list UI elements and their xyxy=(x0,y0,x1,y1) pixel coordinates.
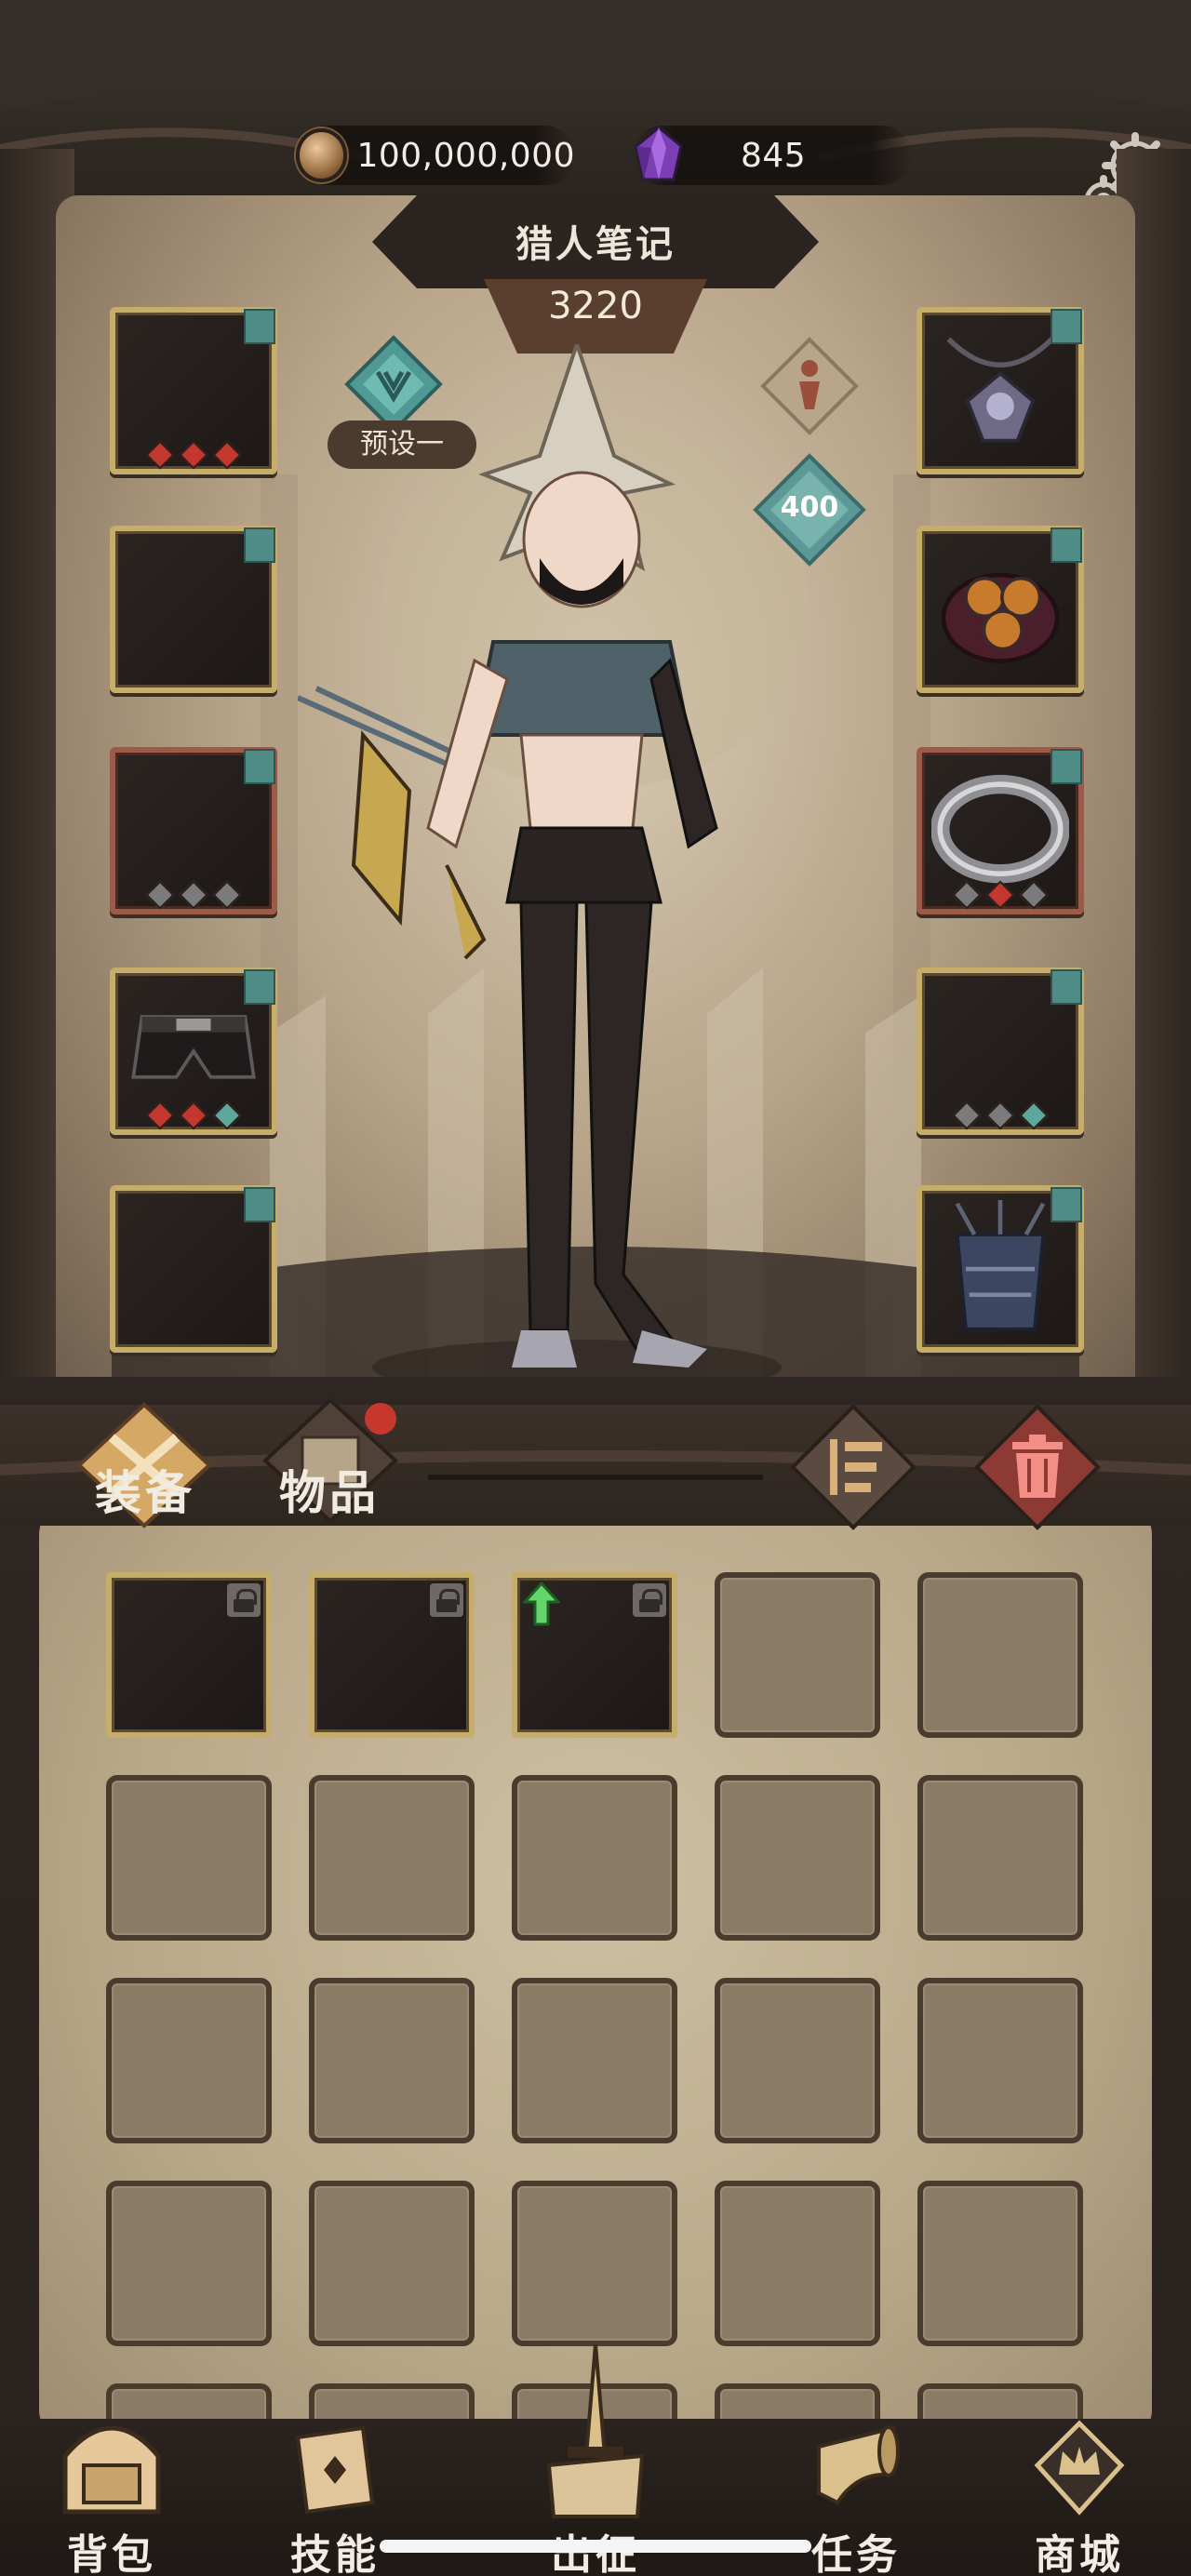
sort-list-icon[interactable] xyxy=(783,1397,923,1537)
inventory-slot[interactable] xyxy=(512,1978,677,2143)
coin-icon xyxy=(296,128,348,182)
inventory-slot[interactable] xyxy=(106,1572,272,1738)
top-frame-ornament xyxy=(0,0,1191,163)
socket-gem xyxy=(952,880,982,910)
inventory-slot[interactable] xyxy=(512,2181,677,2346)
quiver-item-icon xyxy=(955,1200,1046,1331)
shop-crown-icon xyxy=(1034,2420,1125,2516)
nav-label: 背包 xyxy=(67,2531,156,2576)
socket-gem xyxy=(145,440,175,470)
inventory-slot[interactable] xyxy=(512,1775,677,1941)
socket-gem xyxy=(179,1101,208,1130)
equip-slot-left-2[interactable] xyxy=(110,526,277,693)
slot-tag xyxy=(244,527,275,563)
score-value: 3220 xyxy=(548,285,643,327)
slot-tag xyxy=(1050,309,1082,344)
ring-item-icon xyxy=(931,774,1069,884)
game-screen: 100,000,000 845 猎人笔记 3220 预设一 400 装备 物品 … xyxy=(0,0,1191,2576)
slot-tag xyxy=(1050,1187,1082,1222)
shorts-item-icon xyxy=(131,1015,256,1079)
equip-slot-left-4[interactable] xyxy=(110,968,277,1135)
socket-gem xyxy=(212,1101,242,1130)
inventory-slot[interactable] xyxy=(917,1775,1083,1941)
socket-gem xyxy=(1019,1101,1049,1130)
socket-row xyxy=(115,880,272,910)
inventory-slot[interactable] xyxy=(715,1572,880,1738)
socket-gem xyxy=(179,440,208,470)
inventory-slot[interactable] xyxy=(309,1775,475,1941)
lock-icon xyxy=(633,1583,666,1617)
socket-gem xyxy=(212,880,242,910)
equip-slot-right-2[interactable] xyxy=(917,526,1084,693)
equip-slot-right-3[interactable] xyxy=(917,747,1084,914)
slot-tag xyxy=(1050,969,1082,1005)
socket-gem xyxy=(212,440,242,470)
equip-slot-left-1[interactable] xyxy=(110,307,277,474)
socket-gem xyxy=(985,1101,1015,1130)
slot-tag xyxy=(244,749,275,784)
inventory-slot[interactable] xyxy=(715,1978,880,2143)
tab-items[interactable]: 物品 xyxy=(279,1456,380,1523)
trash-icon[interactable] xyxy=(968,1397,1107,1537)
crystal-icon xyxy=(635,126,683,181)
gem-counter[interactable]: 845 xyxy=(633,126,912,185)
gold-counter[interactable]: 100,000,000 xyxy=(296,126,575,185)
slot-tag xyxy=(1050,527,1082,563)
nav-shop[interactable]: 商城 xyxy=(986,2419,1172,2576)
tab-equipment[interactable]: 装备 xyxy=(95,1456,195,1523)
socket-gem xyxy=(985,880,1015,910)
inventory-slot[interactable] xyxy=(106,1978,272,2143)
inventory-slot[interactable] xyxy=(715,2181,880,2346)
inventory-slot[interactable] xyxy=(715,1775,880,1941)
equip-slot-right-1[interactable] xyxy=(917,307,1084,474)
upgrade-arrow-icon xyxy=(523,1582,560,1626)
inventory-slot[interactable] xyxy=(917,2181,1083,2346)
inventory-slot[interactable] xyxy=(106,2181,272,2346)
equip-slot-right-5[interactable] xyxy=(917,1185,1084,1353)
notification-dot xyxy=(365,1403,396,1435)
equip-slot-left-3[interactable] xyxy=(110,747,277,914)
socket-gem xyxy=(1019,880,1049,910)
bracelet-item-icon xyxy=(941,572,1060,663)
inventory-slot[interactable] xyxy=(309,2181,475,2346)
socket-gem xyxy=(145,880,175,910)
socket-row xyxy=(922,1101,1078,1130)
page-title: 猎人笔记 xyxy=(515,223,676,266)
lock-icon xyxy=(430,1583,463,1617)
socket-row xyxy=(115,440,272,470)
socket-gem xyxy=(952,1101,982,1130)
slot-tag xyxy=(244,969,275,1005)
inventory-slot[interactable] xyxy=(309,1978,475,2143)
inventory-slot[interactable] xyxy=(917,1572,1083,1738)
nav-backpack[interactable]: 背包 xyxy=(19,2419,205,2576)
equip-slot-left-5[interactable] xyxy=(110,1185,277,1353)
socket-gem xyxy=(179,880,208,910)
necklace-item-icon xyxy=(946,337,1054,443)
skill-book-icon xyxy=(295,2425,375,2515)
slot-tag xyxy=(244,1187,275,1222)
slot-tag xyxy=(1050,749,1082,784)
inventory-slot[interactable] xyxy=(309,1572,475,1738)
backpack-icon xyxy=(62,2425,161,2515)
inventory-slot[interactable] xyxy=(106,1775,272,1941)
lock-icon xyxy=(227,1583,261,1617)
socket-row xyxy=(922,880,1078,910)
gold-amount: 100,000,000 xyxy=(356,136,575,175)
nav-label: 商城 xyxy=(1035,2531,1124,2576)
socket-row xyxy=(115,1101,272,1130)
gem-amount: 845 xyxy=(741,136,807,175)
inventory-slot[interactable] xyxy=(917,1978,1083,2143)
socket-gem xyxy=(145,1101,175,1130)
inventory-slot[interactable] xyxy=(512,1572,677,1738)
slot-tag xyxy=(244,309,275,344)
equip-slot-right-4[interactable] xyxy=(917,968,1084,1135)
horn-icon xyxy=(817,2425,900,2505)
home-indicator[interactable] xyxy=(380,2540,811,2553)
sword-banner-icon xyxy=(546,2344,645,2518)
top-frame xyxy=(0,0,1191,205)
hunter-character-portrait xyxy=(298,344,782,1395)
